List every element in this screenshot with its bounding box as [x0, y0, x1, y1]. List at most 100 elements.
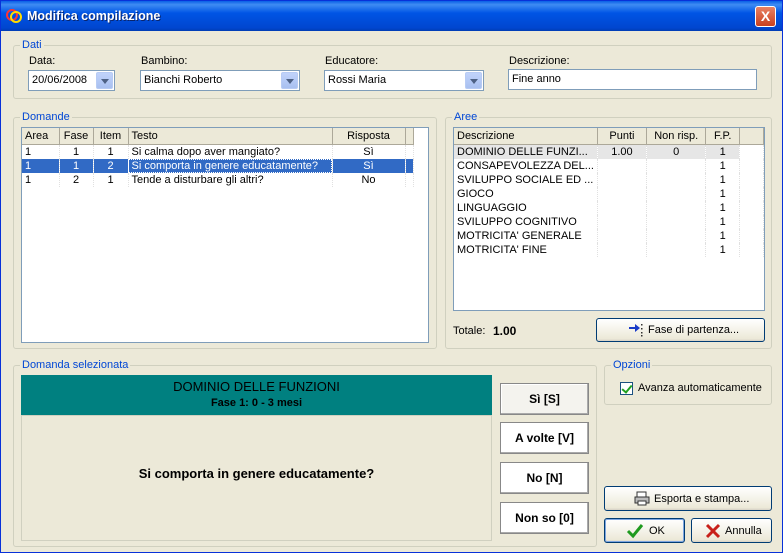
cell-risposta: Sì [332, 158, 406, 173]
cell-risposta: Sì [332, 144, 406, 159]
column-header-filler [739, 128, 764, 145]
cell-fp: 1 [705, 200, 740, 215]
cell-punti [597, 172, 647, 187]
table-row-selected[interactable]: 1 1 2 Si comporta in genere educatamente… [22, 158, 414, 173]
educatore-label: Educatore: [325, 55, 379, 67]
cell-fp: 1 [705, 228, 740, 243]
cell-fp: 1 [705, 186, 740, 201]
column-header-punti[interactable]: Punti [597, 128, 647, 145]
cell-non-risp [646, 172, 707, 187]
app-icon [6, 9, 22, 23]
table-row[interactable]: 1 2 1 Tende a disturbare gli altri? No [22, 172, 414, 187]
question-panel: Si comporta in genere educatamente? [21, 415, 492, 541]
data-combo[interactable]: 20/06/2008 [28, 70, 115, 91]
cell-punti [597, 228, 647, 243]
chevron-down-icon[interactable] [96, 72, 113, 89]
domanda-header-panel: DOMINIO DELLE FUNZIONI Fase 1: 0 - 3 mes… [21, 375, 492, 415]
table-row[interactable]: LINGUAGGIO 1 [454, 200, 764, 215]
chevron-down-icon[interactable] [465, 72, 482, 89]
cell-descrizione: GIOCO [454, 186, 598, 201]
cell-non-risp [646, 200, 707, 215]
cell-descrizione: SVILUPPO COGNITIVO [454, 214, 598, 229]
column-header-risposta[interactable]: Risposta [332, 128, 406, 145]
table-row[interactable]: GIOCO 1 [454, 186, 764, 201]
cell-punti: 1.00 [597, 144, 647, 159]
fase-subtitle: Fase 1: 0 - 3 mesi [210, 397, 303, 409]
cell-punti [597, 242, 647, 257]
cell-testo: Si comporta in genere educatamente? [128, 158, 333, 173]
fase-di-partenza-label: Fase di partenza... [648, 324, 740, 336]
cell-punti [597, 186, 647, 201]
column-header-testo[interactable]: Testo [128, 128, 333, 145]
cell-fase: 2 [59, 172, 94, 187]
cell-descrizione: SVILUPPO SOCIALE ED ... [454, 172, 598, 187]
answer-no-button[interactable]: No [N] [500, 462, 589, 494]
table-row[interactable]: MOTRICITA' GENERALE 1 [454, 228, 764, 243]
answer-a-volte-label: A volte [V] [515, 431, 574, 445]
table-row[interactable]: MOTRICITA' FINE 1 [454, 242, 764, 257]
esporta-stampa-label: Esporta e stampa... [654, 493, 750, 505]
cell-testo: Si calma dopo aver mangiato? [128, 144, 333, 159]
bambino-label: Bambino: [141, 55, 188, 67]
aree-table[interactable]: Descrizione Punti Non risp. F.P. DOMINIO… [453, 127, 765, 311]
table-row[interactable]: SVILUPPO SOCIALE ED ... 1 [454, 172, 764, 187]
bambino-combo[interactable]: Bianchi Roberto [140, 70, 300, 91]
opzioni-legend: Opzioni [611, 359, 653, 371]
dialog-window: Modifica compilazione X Dati Data: 20/06… [0, 0, 783, 553]
column-header-non-risp[interactable]: Non risp. [646, 128, 707, 145]
table-row[interactable]: DOMINIO DELLE FUNZI... 1.00 0 1 [454, 144, 764, 159]
table-row[interactable]: CONSAPEVOLEZZA DEL... 1 [454, 158, 764, 173]
domande-legend: Domande [20, 111, 72, 123]
question-text: Si comporta in genere educatamente? [138, 466, 375, 481]
window-title: Modifica compilazione [27, 9, 161, 23]
cell-non-risp [646, 158, 707, 173]
answer-a-volte-button[interactable]: A volte [V] [500, 422, 589, 454]
aree-legend: Aree [452, 111, 480, 123]
column-header-item[interactable]: Item [93, 128, 129, 145]
annulla-button[interactable]: Annulla [691, 518, 772, 543]
domanda-selezionata-legend: Domanda selezionata [20, 359, 131, 371]
cell-fp: 1 [705, 144, 740, 159]
descrizione-field[interactable]: Fine anno [508, 69, 757, 90]
cell-descrizione: MOTRICITA' GENERALE [454, 228, 598, 243]
column-header-area[interactable]: Area [22, 128, 60, 145]
close-button[interactable]: X [755, 6, 776, 27]
cell-punti [597, 200, 647, 215]
educatore-combo[interactable]: Rossi Maria [324, 70, 484, 91]
ok-button[interactable]: OK [604, 518, 685, 543]
totale-value: 1.00 [493, 324, 517, 338]
cell-fp: 1 [705, 172, 740, 187]
bambino-value: Bianchi Roberto [144, 74, 223, 86]
answer-si-button[interactable]: Sì [S] [500, 383, 589, 415]
cell-fp: 1 [705, 214, 740, 229]
column-header-descrizione[interactable]: Descrizione [454, 128, 598, 145]
cell-descrizione: DOMINIO DELLE FUNZI... [454, 144, 598, 159]
esporta-stampa-button[interactable]: Esporta e stampa... [604, 486, 772, 511]
column-header-filler [405, 128, 414, 145]
cell-item: 2 [93, 158, 129, 173]
printer-icon [634, 491, 650, 506]
column-header-fase[interactable]: Fase [59, 128, 94, 145]
answer-no-label: No [N] [526, 471, 563, 485]
answer-non-so-button[interactable]: Non so [0] [500, 502, 589, 534]
descrizione-value: Fine anno [512, 73, 561, 85]
cell-descrizione: LINGUAGGIO [454, 200, 598, 215]
cell-area: 1 [22, 158, 60, 173]
avanza-automaticamente-label[interactable]: Avanza automaticamente [638, 382, 762, 394]
area-title: DOMINIO DELLE FUNZIONI [173, 379, 340, 394]
title-bar: Modifica compilazione X [1, 1, 782, 31]
table-row[interactable]: SVILUPPO COGNITIVO 1 [454, 214, 764, 229]
table-row[interactable]: 1 1 1 Si calma dopo aver mangiato? Sì [22, 144, 414, 159]
cell-fase: 1 [59, 144, 94, 159]
cell-descrizione: CONSAPEVOLEZZA DEL... [454, 158, 598, 173]
cell-fp: 1 [705, 242, 740, 257]
avanza-automaticamente-checkbox[interactable] [620, 382, 633, 395]
cell-fase: 1 [59, 158, 94, 173]
fase-di-partenza-button[interactable]: Fase di partenza... [596, 318, 765, 342]
column-header-fp[interactable]: F.P. [705, 128, 740, 145]
answer-si-label: Sì [S] [529, 392, 560, 406]
cell-punti [597, 158, 647, 173]
domande-table[interactable]: Area Fase Item Testo Risposta 1 1 1 Si c… [21, 127, 429, 343]
chevron-down-icon[interactable] [281, 72, 298, 89]
annulla-label: Annulla [725, 525, 762, 537]
